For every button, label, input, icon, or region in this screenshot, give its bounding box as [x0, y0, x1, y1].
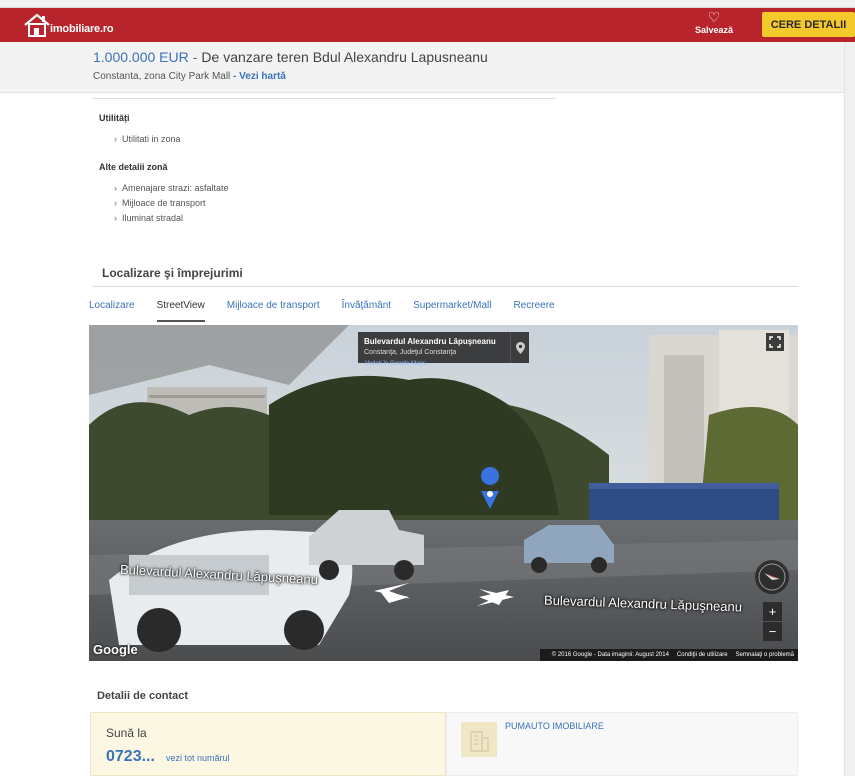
call-box: Sună la 0723... vezi tot numărul	[90, 712, 446, 776]
map-pin-icon[interactable]	[510, 332, 529, 363]
browser-top-strip	[0, 0, 855, 8]
contact-heading: Detalii de contact	[97, 690, 189, 702]
location-text: Constanta, zona City Park Mall	[93, 71, 231, 82]
location-separator: -	[230, 71, 240, 82]
listing-heading: 1.000.000 EUR - De vanzare teren Bdul Alex…	[93, 49, 488, 65]
listing-location: Constanta, zona City Park Mall - Vezi ha…	[93, 71, 286, 82]
tab-education[interactable]: Învăţământ	[342, 300, 391, 322]
page-scrollbar[interactable]	[844, 42, 855, 776]
compass-icon[interactable]	[755, 560, 789, 594]
list-item: Utilitati in zona	[114, 132, 181, 147]
see-full-number-link[interactable]: vezi tot numărul	[166, 753, 230, 763]
tab-supermarket[interactable]: Supermarket/Mall	[413, 300, 491, 322]
google-logo: Google	[93, 642, 138, 657]
tab-localizare[interactable]: Localizare	[89, 300, 135, 322]
listing-title: De vanzare teren Bdul Alexandru Lapusnea…	[201, 49, 488, 65]
copyright-text: © 2016 Google - Data imaginii: August 20…	[551, 652, 669, 658]
surroundings-tabs: Localizare StreetView Mijloace de transp…	[89, 300, 577, 322]
terms-link[interactable]: Condiţii de utilizare	[677, 652, 728, 658]
list-item: Amenajare strazi: asfaltate	[114, 181, 229, 196]
site-logo[interactable]: imobiliare.ro	[22, 11, 114, 39]
save-label: Salvează	[694, 25, 734, 35]
info-title: Bulevardul Alexandru Lăpuşneanu	[364, 337, 496, 346]
listing-price: 1.000.000 EUR	[93, 49, 189, 65]
report-problem-link[interactable]: Semnalaţi o problemă	[736, 652, 794, 658]
map-attribution: © 2016 Google - Data imaginii: August 20…	[539, 649, 798, 661]
streetview-info-box[interactable]: Bulevardul Alexandru Lăpuşneanu Constanţ…	[358, 332, 529, 363]
tab-transport[interactable]: Mijloace de transport	[227, 300, 320, 322]
heart-icon: ♡	[707, 9, 721, 25]
google-maps-link[interactable]: Vedeţi în Google Maps	[365, 361, 426, 367]
fullscreen-icon[interactable]	[766, 333, 784, 351]
price-separator: -	[192, 49, 198, 65]
zoom-in-button[interactable]: +	[763, 602, 782, 621]
streetview-panorama[interactable]: Bulevardul Alexandru Lăpuşneanu Constanţ…	[89, 325, 798, 661]
list-item: Iluminat stradal	[114, 211, 229, 226]
logo-text: imobiliare.ro	[50, 23, 114, 35]
zone-details-list: Amenajare strazi: asfaltate Mijloace de …	[114, 181, 229, 226]
divider	[92, 98, 556, 99]
request-details-button[interactable]: CERE DETALII	[762, 12, 855, 37]
phone-number[interactable]: 0723...	[106, 748, 155, 766]
listing-summary: 1.000.000 EUR - De vanzare teren Bdul Alex…	[0, 42, 855, 93]
agency-name[interactable]: PUMAUTO IMOBILIARE	[505, 721, 604, 731]
divider	[92, 286, 798, 287]
building-icon	[461, 722, 497, 757]
list-item: Mijloace de transport	[114, 196, 229, 211]
zoom-out-button[interactable]: −	[763, 622, 782, 641]
utilities-list: Utilitati in zona	[114, 132, 181, 147]
call-label: Sună la	[106, 726, 147, 740]
surroundings-heading: Localizare şi împrejurimi	[102, 266, 243, 280]
map-link[interactable]: Vezi hartă	[239, 71, 286, 82]
info-subtitle: Constanţa, Judeţul Constanţa	[364, 349, 457, 356]
utilities-heading: Utilități	[99, 113, 130, 123]
zone-details-heading: Alte detalii zonă	[99, 162, 168, 172]
agency-box: PUMAUTO IMOBILIARE	[446, 712, 798, 776]
tab-recreation[interactable]: Recreere	[513, 300, 554, 322]
tab-streetview[interactable]: StreetView	[156, 300, 205, 322]
save-button[interactable]: ♡ Salvează	[690, 10, 738, 35]
house-logo-icon	[24, 13, 50, 37]
site-header: imobiliare.ro ♡ Salvează CERE DETALII	[0, 8, 855, 42]
